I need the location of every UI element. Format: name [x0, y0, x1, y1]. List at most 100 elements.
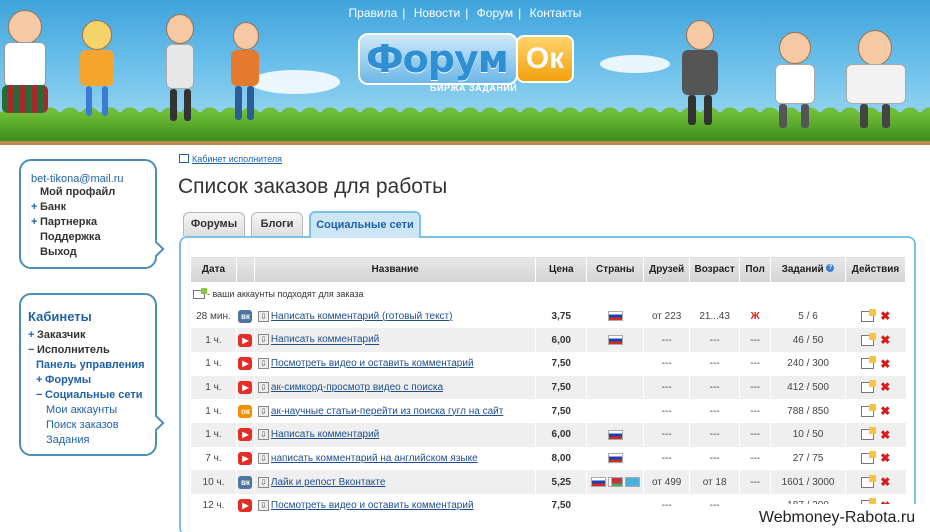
take-order-icon[interactable] — [861, 450, 877, 464]
nav-link-rules[interactable]: Правила — [349, 6, 398, 20]
table-row: 1 ч. ок ⇩ ак-научные статьи-перейти из поис… — [190, 399, 906, 423]
delete-icon[interactable]: ✖ — [880, 380, 890, 394]
order-link[interactable]: написать комментарий на английском языке — [271, 453, 478, 464]
order-link[interactable]: Написать комментарий — [271, 335, 379, 346]
col-header-name[interactable]: Название — [253, 256, 537, 283]
flag-ru-icon — [607, 429, 623, 440]
menu-item-control-panel[interactable]: Панель управления — [28, 358, 155, 373]
cell-date: 10 ч. — [190, 470, 237, 494]
tab-forums[interactable]: Форумы — [183, 212, 245, 236]
yt-service-icon: ▶ — [238, 428, 253, 442]
cell-price: 6,00 — [535, 328, 587, 352]
cell-service: ▶ — [235, 446, 255, 471]
take-order-icon[interactable] — [861, 308, 877, 322]
cell-tasks: 27 / 75 — [770, 446, 846, 471]
download-icon[interactable]: ⇩ — [257, 405, 269, 417]
delete-icon[interactable]: ✖ — [880, 451, 890, 465]
delete-icon[interactable]: ✖ — [880, 404, 890, 418]
take-order-icon[interactable] — [861, 332, 877, 346]
cell-friends: от 223 — [643, 304, 690, 329]
order-link[interactable]: Лайк и репост Вконтакте — [271, 477, 385, 488]
tab-social-networks[interactable]: Социальные сети — [309, 211, 421, 238]
order-link[interactable]: Написать комментарий — [271, 429, 379, 440]
menu-item-profile[interactable]: Мой профайл — [31, 185, 155, 200]
download-icon[interactable]: ⇩ — [257, 310, 269, 322]
cell-service: ▶ — [235, 375, 255, 400]
cell-actions: ✖ — [844, 328, 906, 352]
menu-item-social-networks[interactable]: − Социальные сети — [28, 388, 155, 403]
order-link[interactable]: Посмотреть видео и оставить комментарий — [271, 500, 474, 511]
site-logo[interactable]: Форум Ок БИРЖА ЗАДАНИЙ — [358, 33, 576, 95]
cell-tasks: 240 / 300 — [770, 351, 846, 376]
col-header-age: Возраст — [689, 256, 741, 283]
order-link[interactable]: ак-симкорд-просмотр видео с поиска — [271, 382, 443, 393]
delete-icon[interactable]: ✖ — [880, 309, 890, 323]
download-icon[interactable]: ⇩ — [257, 476, 269, 488]
download-icon[interactable]: ⇩ — [257, 334, 269, 346]
flag-ru-icon — [607, 334, 623, 345]
orders-table: Дата Название Цена Страны Друзей Возраст… — [190, 256, 907, 518]
download-icon[interactable]: ⇩ — [257, 452, 269, 464]
menu-item-support[interactable]: Поддержка — [31, 230, 155, 245]
cell-gender: --- — [739, 470, 771, 494]
order-link[interactable]: Посмотреть видео и оставить комментарий — [271, 358, 474, 369]
nav-separator: | — [518, 6, 522, 20]
table-row: 1 ч. ▶ ⇩ Посмотреть видео и оставить коммен… — [190, 351, 906, 376]
yt-service-icon: ▶ — [238, 357, 253, 371]
cell-actions: ✖ — [844, 304, 906, 329]
cell-name: ⇩ Написать комментарий (готовый текст) — [253, 304, 536, 329]
cartoon-character-illustration — [840, 30, 920, 130]
legend-row: - ваши аккаунты подходят для заказа — [190, 282, 906, 305]
menu-item-order-search[interactable]: Поиск заказов — [28, 418, 155, 433]
cell-date: 1 ч. — [190, 328, 237, 352]
user-email[interactable]: bet-tikona@mail.ru — [31, 173, 155, 185]
table-row: 1 ч. ▶ ⇩ Написать комментарий 6,00 --- --- --- 1… — [190, 422, 906, 447]
vk-service-icon: вк — [238, 309, 253, 323]
col-header-date[interactable]: Дата — [190, 256, 237, 283]
cell-countries — [586, 494, 644, 518]
help-icon[interactable]: ? — [826, 264, 835, 272]
take-order-icon[interactable] — [861, 403, 877, 417]
menu-item-customer[interactable]: + Заказчик — [28, 328, 155, 343]
cell-gender: --- — [739, 446, 771, 471]
cell-friends: --- — [643, 446, 690, 471]
order-link[interactable]: ак-научные статьи-перейти из поиска гугл… — [271, 406, 503, 417]
menu-item-logout[interactable]: Выход — [31, 245, 155, 260]
order-link[interactable]: Написать комментарий (готовый текст) — [271, 311, 453, 322]
menu-item-executor[interactable]: − Исполнитель — [28, 343, 155, 358]
col-header-tasks[interactable]: Заданий ? — [770, 256, 846, 283]
nav-link-news[interactable]: Новости — [414, 6, 460, 20]
download-icon[interactable]: ⇩ — [257, 429, 269, 441]
cell-date: 1 ч. — [190, 351, 237, 376]
account-match-icon — [193, 287, 207, 299]
cell-name: ⇩ Посмотреть видео и оставить комментарий — [253, 351, 536, 376]
delete-icon[interactable]: ✖ — [880, 333, 890, 347]
nav-link-forum[interactable]: Форум — [477, 6, 513, 20]
expand-icon: + — [31, 201, 38, 213]
col-header-price[interactable]: Цена — [535, 256, 588, 283]
take-order-icon[interactable] — [861, 379, 877, 393]
menu-item-tasks[interactable]: Задания — [28, 433, 155, 448]
download-icon[interactable]: ⇩ — [257, 381, 269, 393]
take-order-icon[interactable] — [861, 474, 877, 488]
delete-icon[interactable]: ✖ — [880, 475, 890, 489]
take-order-icon[interactable] — [861, 427, 877, 441]
menu-item-my-accounts[interactable]: Мои аккаунты — [28, 403, 155, 418]
cell-service: ▶ — [235, 351, 255, 376]
cell-service: ▶ — [235, 494, 255, 518]
menu-item-bank[interactable]: + Банк — [31, 200, 155, 215]
tab-blogs[interactable]: Блоги — [251, 212, 303, 236]
delete-icon[interactable]: ✖ — [880, 428, 890, 442]
download-icon[interactable]: ⇩ — [257, 358, 269, 370]
cell-price: 7,50 — [535, 494, 587, 518]
cell-countries — [586, 470, 644, 494]
nav-separator: | — [402, 6, 406, 20]
delete-icon[interactable]: ✖ — [880, 357, 890, 371]
cell-tasks: 412 / 500 — [770, 375, 846, 400]
menu-item-forums[interactable]: + Форумы — [28, 373, 155, 388]
download-icon[interactable]: ⇩ — [257, 500, 269, 512]
take-order-icon[interactable] — [861, 356, 877, 370]
menu-item-partner[interactable]: + Партнерка — [31, 215, 155, 230]
nav-link-contacts[interactable]: Контакты — [530, 6, 582, 20]
breadcrumb[interactable]: Кабинет исполнителя — [179, 154, 282, 164]
